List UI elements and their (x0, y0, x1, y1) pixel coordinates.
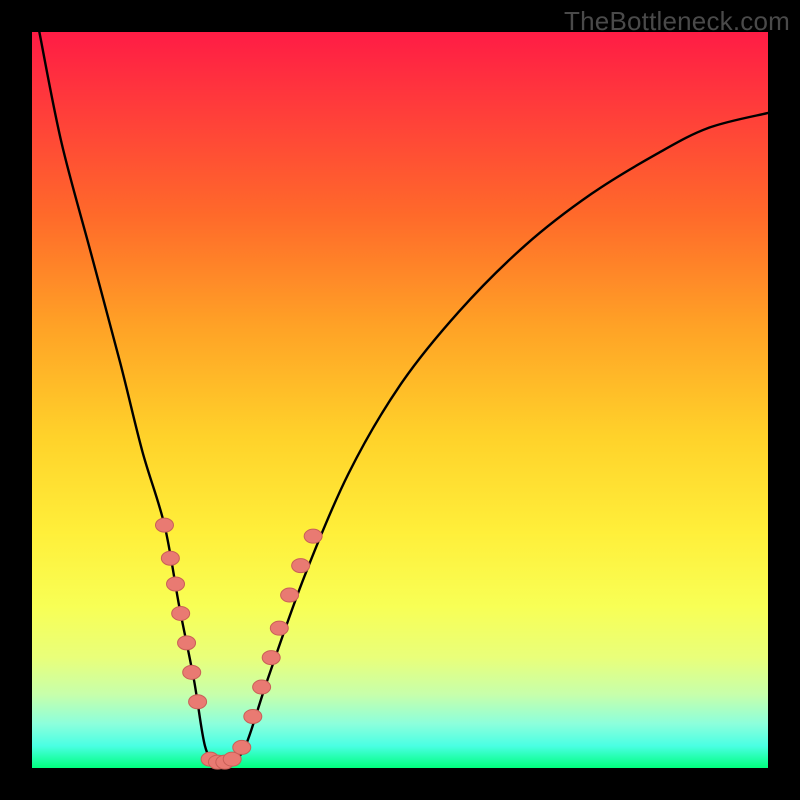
curve-marker (161, 551, 179, 565)
curve-marker (270, 621, 288, 635)
watermark-text: TheBottleneck.com (564, 6, 790, 37)
curve-marker (183, 665, 201, 679)
curve-marker (253, 680, 271, 694)
plot-area (32, 32, 768, 768)
curve-marker (172, 606, 190, 620)
chart-frame: TheBottleneck.com (0, 0, 800, 800)
curve-marker (262, 651, 280, 665)
curve-marker (292, 559, 310, 573)
bottleneck-curve (39, 32, 768, 764)
curve-marker (233, 740, 251, 754)
curve-marker (281, 588, 299, 602)
curve-marker (178, 636, 196, 650)
curve-marker (244, 709, 262, 723)
curve-marker (167, 577, 185, 591)
chart-svg (32, 32, 768, 768)
curve-marker (189, 695, 207, 709)
curve-marker (304, 529, 322, 543)
curve-marker (155, 518, 173, 532)
curve-markers (155, 518, 322, 769)
